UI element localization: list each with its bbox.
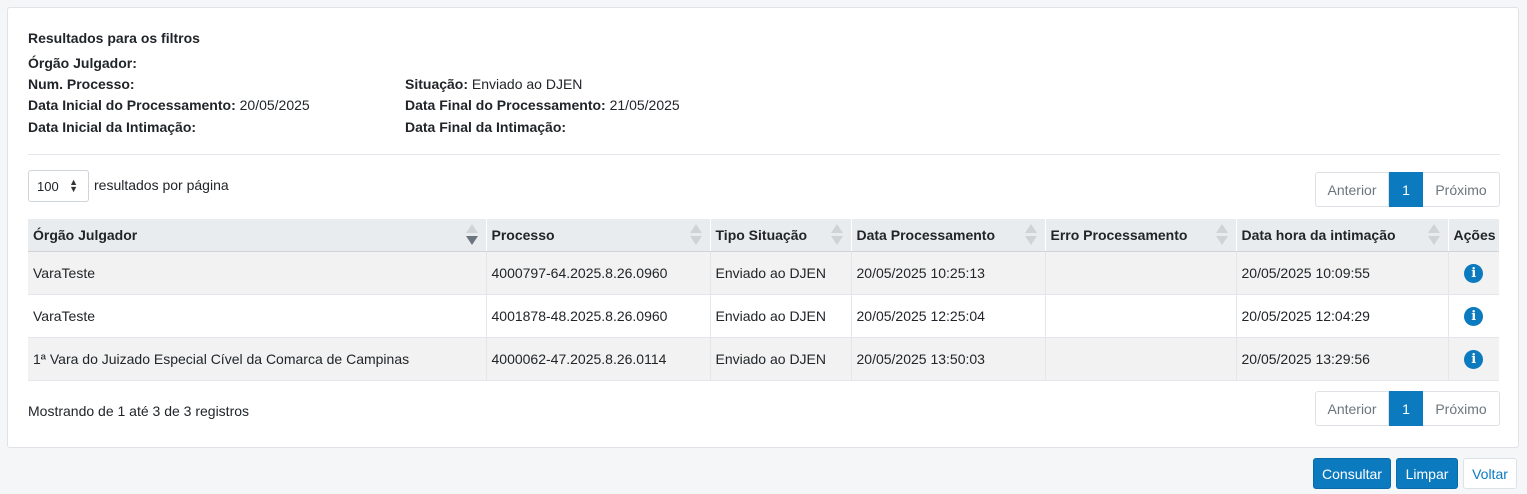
filter-processo-label: Num. Processo: bbox=[28, 76, 135, 92]
page-length-select[interactable]: 100 ▲ ▼ bbox=[28, 170, 89, 202]
filter-data-fim-int: Data Final da Intimação: bbox=[405, 119, 566, 135]
col-header-acoes: Ações bbox=[1448, 219, 1499, 252]
pagination-top: Anterior 1 Próximo bbox=[1315, 172, 1500, 207]
filter-orgao: Órgão Julgador: bbox=[28, 55, 137, 71]
cell-tipo-situacao: Enviado ao DJEN bbox=[710, 337, 852, 381]
filter-situacao-value: Enviado ao DJEN bbox=[471, 76, 583, 92]
sort-icon bbox=[1024, 224, 1037, 246]
filter-situacao-label: Situação: bbox=[405, 76, 469, 92]
consultar-button[interactable]: Consultar bbox=[1313, 458, 1391, 489]
filter-data-ini-proc-value: 20/05/2025 bbox=[239, 97, 310, 113]
cell-orgao: VaraTeste bbox=[28, 251, 487, 295]
page-length-label: resultados por página bbox=[94, 177, 229, 193]
cell-acoes: i bbox=[1448, 251, 1499, 295]
filter-data-ini-int-label: Data Inicial da Intimação: bbox=[28, 119, 197, 135]
cell-processo: 4001878-48.2025.8.26.0960 bbox=[486, 294, 711, 338]
sort-icon bbox=[1427, 224, 1440, 246]
table-header-row: Órgão Julgador Processo Tipo Situação Da… bbox=[28, 219, 1499, 252]
table-row: 1ª Vara do Juizado Especial Cível da Com… bbox=[28, 337, 1499, 381]
col-header-orgao[interactable]: Órgão Julgador bbox=[28, 219, 487, 252]
sort-icon bbox=[689, 224, 702, 246]
cell-processo: 4000797-64.2025.8.26.0960 bbox=[486, 251, 711, 295]
results-table: Órgão Julgador Processo Tipo Situação Da… bbox=[28, 219, 1499, 381]
cell-acoes: i bbox=[1448, 294, 1499, 338]
cell-data-intimacao: 20/05/2025 13:29:56 bbox=[1236, 337, 1449, 381]
sort-arrows-icon: ▲ ▼ bbox=[69, 177, 78, 194]
info-icon[interactable]: i bbox=[1464, 263, 1484, 283]
filter-data-ini-int: Data Inicial da Intimação: bbox=[28, 119, 196, 135]
filter-data-fim-int-label: Data Final da Intimação: bbox=[405, 119, 567, 135]
results-card: Resultados para os filtros Órgão Julgado… bbox=[7, 7, 1519, 448]
pagination-page-button[interactable]: 1 bbox=[1389, 172, 1423, 207]
filter-processo: Num. Processo: bbox=[28, 76, 135, 92]
sort-icon bbox=[830, 224, 843, 246]
sort-icon bbox=[1215, 224, 1228, 246]
cell-erro-processamento bbox=[1045, 251, 1237, 295]
cell-data-processamento: 20/05/2025 13:50:03 bbox=[851, 337, 1046, 381]
pagination-prev-button[interactable]: Anterior bbox=[1315, 391, 1389, 426]
cell-erro-processamento bbox=[1045, 337, 1237, 381]
divider bbox=[28, 154, 1500, 155]
col-header-erro-processamento[interactable]: Erro Processamento bbox=[1045, 219, 1237, 252]
filter-orgao-label: Órgão Julgador: bbox=[28, 55, 137, 71]
cell-erro-processamento bbox=[1045, 294, 1237, 338]
col-header-tipo-situacao[interactable]: Tipo Situação bbox=[710, 219, 852, 252]
cell-data-intimacao: 20/05/2025 12:04:29 bbox=[1236, 294, 1449, 338]
filter-data-ini-proc-label: Data Inicial do Processamento: bbox=[28, 97, 236, 113]
pagination-next-button[interactable]: Próximo bbox=[1423, 391, 1500, 426]
cell-processo: 4000062-47.2025.8.26.0114 bbox=[486, 337, 711, 381]
table-row: VaraTeste 4001878-48.2025.8.26.0960 Envi… bbox=[28, 294, 1499, 338]
cell-data-processamento: 20/05/2025 10:25:13 bbox=[851, 251, 1046, 295]
filter-data-fim-proc: Data Final do Processamento: 21/05/2025 bbox=[405, 97, 680, 113]
info-icon[interactable]: i bbox=[1464, 349, 1484, 369]
col-header-data-processamento[interactable]: Data Processamento bbox=[851, 219, 1046, 252]
info-icon[interactable]: i bbox=[1464, 306, 1484, 326]
pagination-next-button[interactable]: Próximo bbox=[1423, 172, 1500, 207]
table-row: VaraTeste 4000797-64.2025.8.26.0960 Envi… bbox=[28, 251, 1499, 295]
cell-orgao: VaraTeste bbox=[28, 294, 487, 338]
cell-orgao: 1ª Vara do Juizado Especial Cível da Com… bbox=[28, 337, 487, 381]
pagination-page-button[interactable]: 1 bbox=[1389, 391, 1423, 426]
limpar-button[interactable]: Limpar bbox=[1396, 458, 1458, 489]
cell-tipo-situacao: Enviado ao DJEN bbox=[710, 251, 852, 295]
cell-acoes: i bbox=[1448, 337, 1499, 381]
pagination-prev-button[interactable]: Anterior bbox=[1315, 172, 1389, 207]
filter-data-ini-proc: Data Inicial do Processamento: 20/05/202… bbox=[28, 97, 310, 113]
filter-situacao: Situação: Enviado ao DJEN bbox=[405, 76, 582, 92]
page-length-value: 100 bbox=[37, 179, 59, 194]
col-header-data-intimacao[interactable]: Data hora da intimação bbox=[1236, 219, 1449, 252]
voltar-button[interactable]: Voltar bbox=[1463, 458, 1517, 489]
cell-data-intimacao: 20/05/2025 10:09:55 bbox=[1236, 251, 1449, 295]
filter-data-fim-proc-label: Data Final do Processamento: bbox=[405, 97, 606, 113]
filters-title: Resultados para os filtros bbox=[28, 30, 200, 46]
sort-icon bbox=[465, 224, 478, 246]
col-header-processo[interactable]: Processo bbox=[486, 219, 711, 252]
filter-data-fim-proc-value: 21/05/2025 bbox=[609, 97, 680, 113]
table-info: Mostrando de 1 até 3 de 3 registros bbox=[28, 403, 250, 419]
pagination-bottom: Anterior 1 Próximo bbox=[1315, 391, 1500, 426]
cell-tipo-situacao: Enviado ao DJEN bbox=[710, 294, 852, 338]
cell-data-processamento: 20/05/2025 12:25:04 bbox=[851, 294, 1046, 338]
